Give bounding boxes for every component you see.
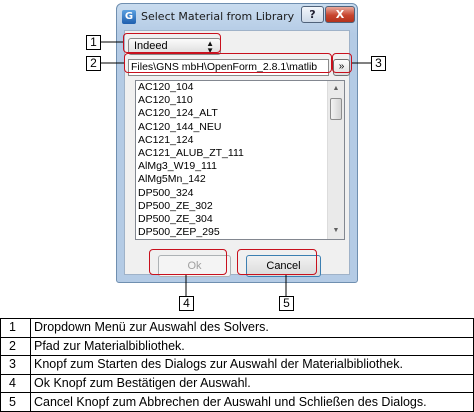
legend-description: Knopf zum Starten des Dialogs zur Auswah… [30, 355, 474, 375]
legend-number: 5 [0, 392, 31, 412]
legend-row: 5 Cancel Knopf zum Abbrechen der Auswahl… [0, 392, 474, 412]
legend-number: 3 [0, 355, 31, 375]
legend-description: Dropdown Menü zur Auswahl des Solvers. [30, 318, 474, 338]
legend-row: 4 Ok Knopf zum Bestätigen der Auswahl. [0, 373, 474, 394]
legend-description: Ok Knopf zum Bestätigen der Auswahl. [30, 373, 474, 394]
legend-number: 1 [0, 318, 31, 338]
callout-5: 5 [279, 296, 294, 311]
legend-description: Pfad zur Materialbibliothek. [30, 336, 474, 357]
legend-table: 1 Dropdown Menü zur Auswahl des Solvers.… [0, 318, 474, 412]
legend-row: 1 Dropdown Menü zur Auswahl des Solvers. [0, 318, 474, 338]
callout-3: 3 [371, 56, 386, 71]
legend-description: Cancel Knopf zum Abbrechen der Auswahl u… [30, 392, 474, 412]
legend-row: 2 Pfad zur Materialbibliothek. [0, 336, 474, 357]
legend-row: 3 Knopf zum Starten des Dialogs zur Ausw… [0, 355, 474, 375]
callout-1: 1 [86, 35, 101, 50]
callout-2: 2 [86, 56, 101, 71]
legend-number: 2 [0, 336, 31, 357]
callout-4: 4 [179, 296, 194, 311]
legend-number: 4 [0, 373, 31, 394]
